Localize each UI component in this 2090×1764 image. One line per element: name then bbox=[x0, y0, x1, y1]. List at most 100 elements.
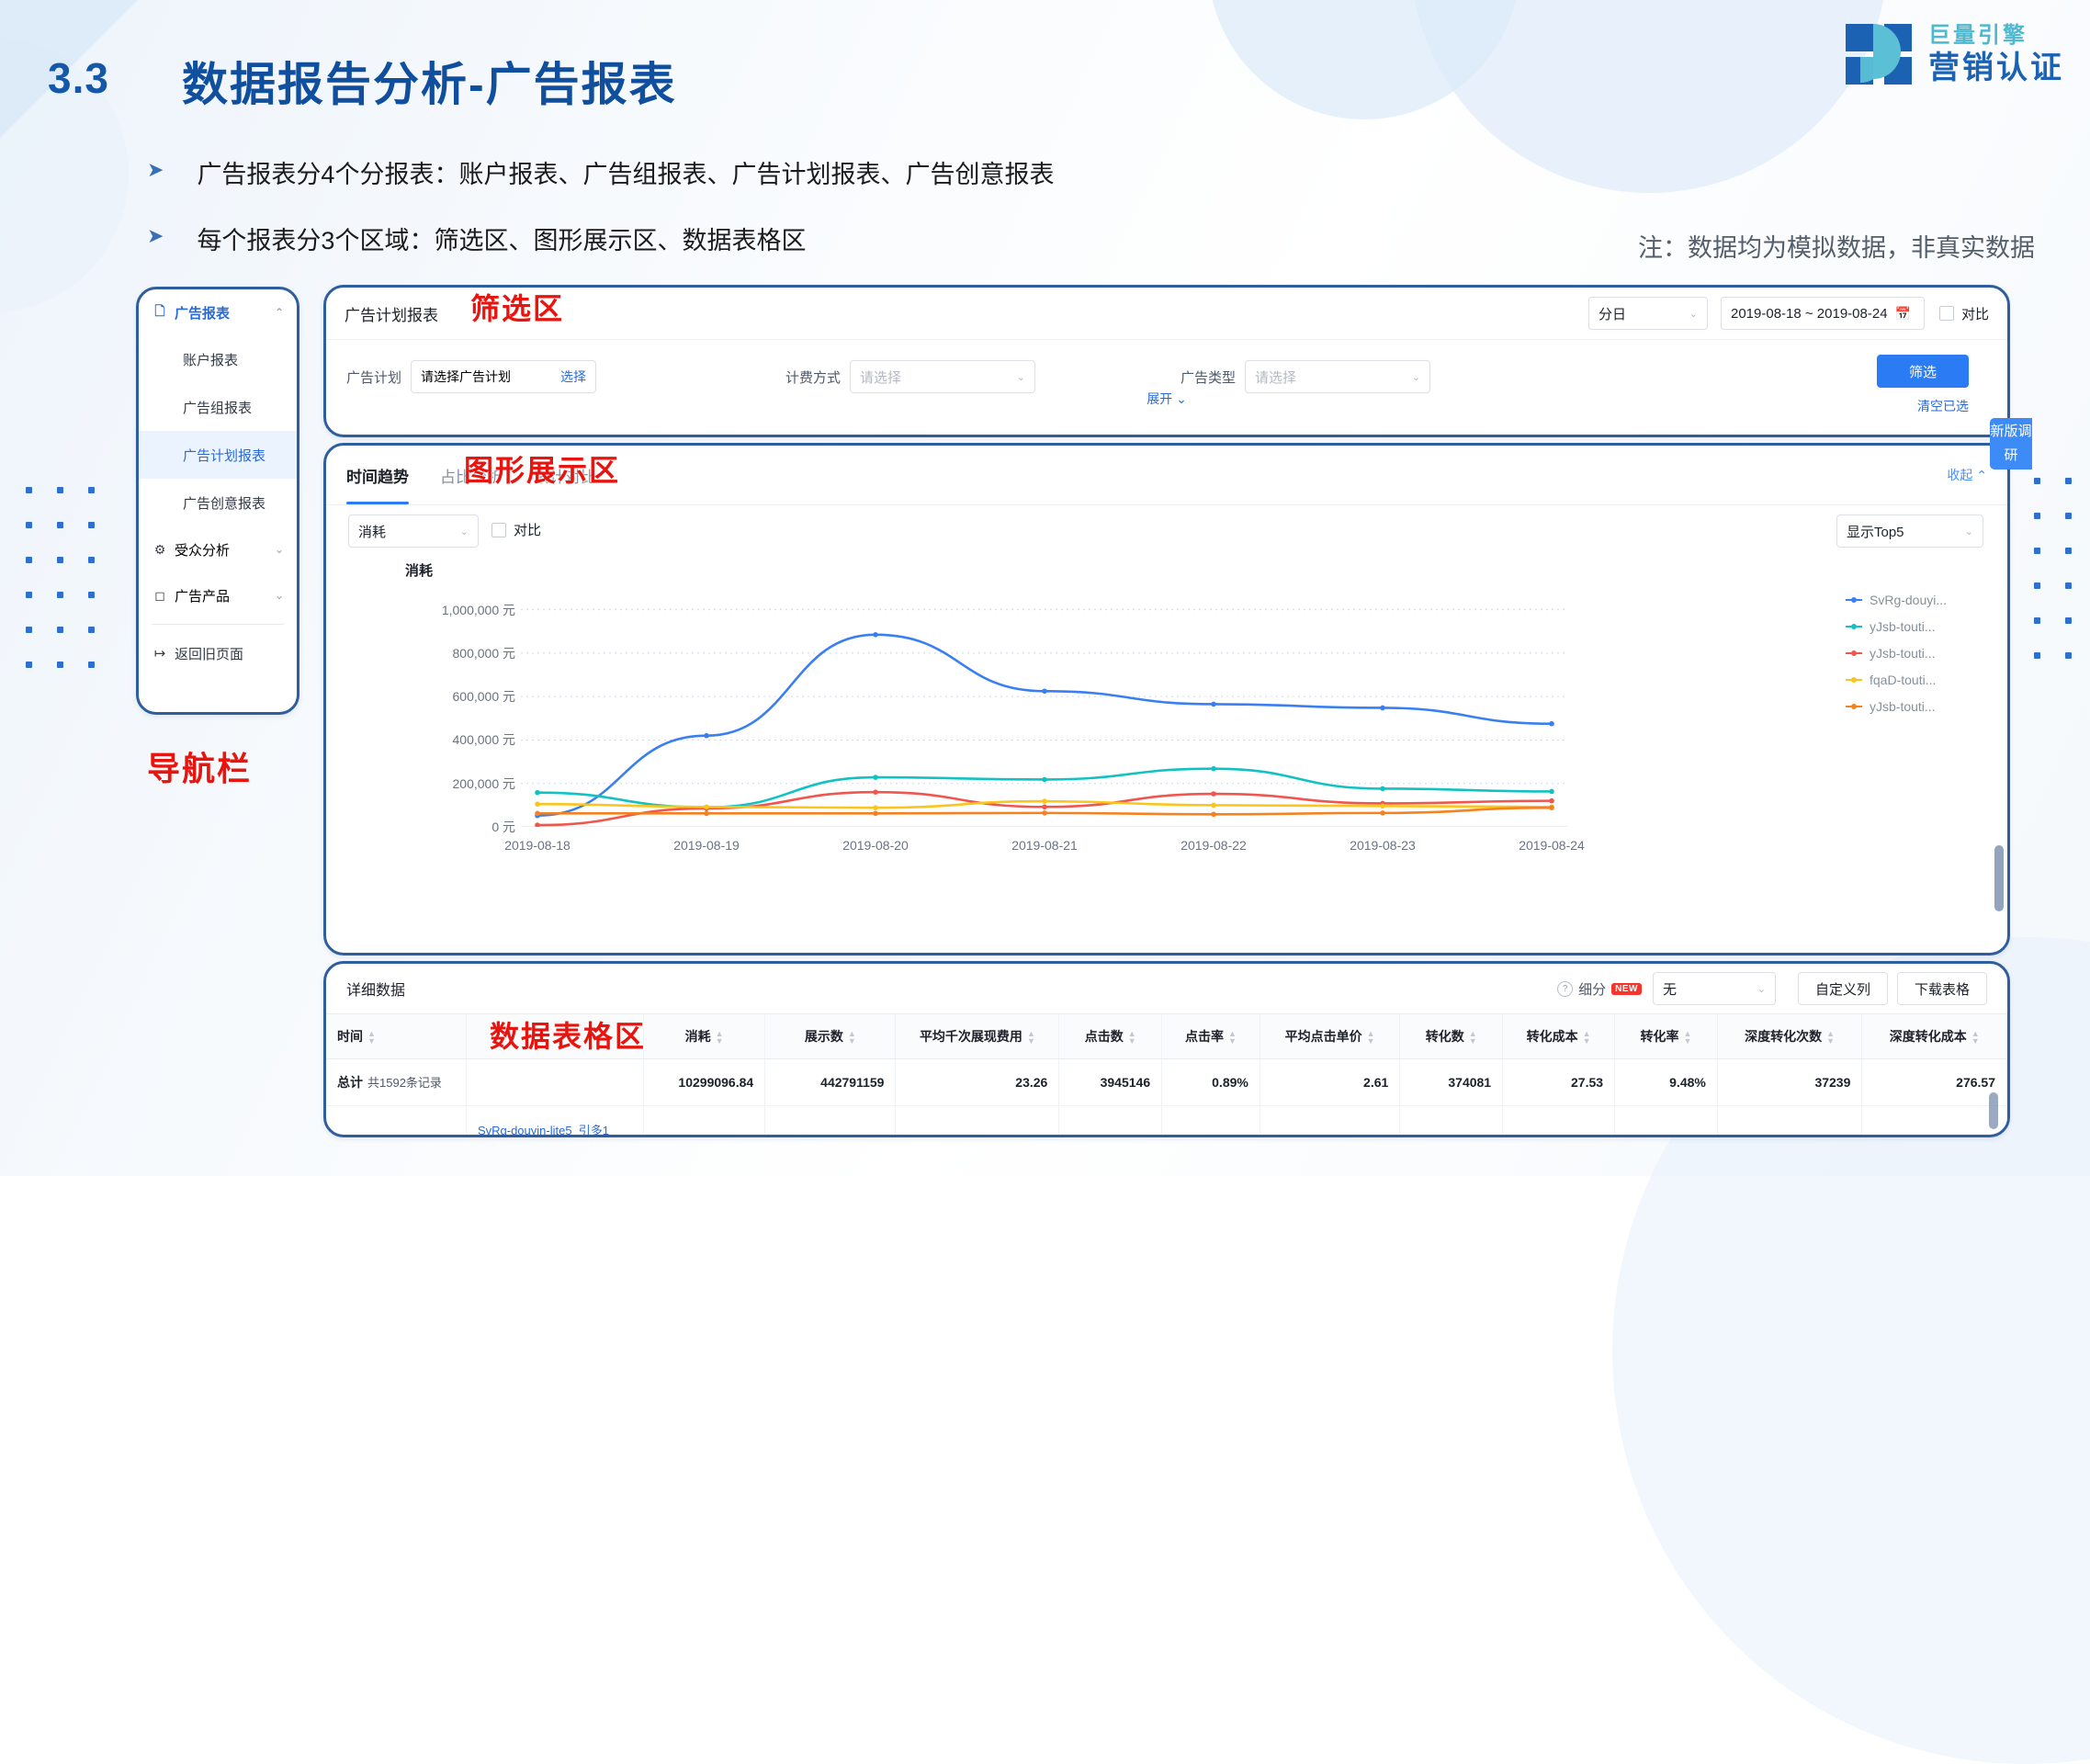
logout-icon: ↦ bbox=[153, 646, 166, 662]
table-cell bbox=[1161, 1105, 1260, 1135]
column-label: 深度转化次数 bbox=[1745, 1029, 1823, 1044]
table-column-header[interactable]: 消耗 ▲ ▼ bbox=[643, 1013, 766, 1059]
chart-compare-checkbox[interactable]: 对比 bbox=[491, 520, 541, 539]
table-cell bbox=[1861, 1105, 2007, 1135]
legend-item[interactable]: SvRg-douyi... bbox=[1846, 586, 1993, 613]
sort-icon[interactable]: ▲ ▼ bbox=[1228, 1030, 1237, 1046]
sidebar-item-adplan-report[interactable]: 广告计划报表 bbox=[139, 431, 297, 479]
search-button[interactable]: 筛选 bbox=[1877, 355, 1969, 388]
chevron-down-icon: ⌄ bbox=[1757, 983, 1766, 995]
expand-label: 展开 bbox=[1147, 391, 1173, 406]
compare-label: 对比 bbox=[1960, 306, 1989, 322]
sort-icon[interactable]: ▲ ▼ bbox=[1583, 1030, 1591, 1046]
tab-time-trend[interactable]: 时间趋势 bbox=[346, 446, 409, 504]
field-label: 计费方式 bbox=[785, 369, 842, 386]
sort-icon[interactable]: ▲ ▼ bbox=[1826, 1030, 1835, 1046]
sort-icon[interactable]: ▲ ▼ bbox=[1367, 1030, 1375, 1046]
bullet-arrow-icon: ➤ bbox=[147, 158, 164, 181]
sidebar-item-account-report[interactable]: 账户报表 bbox=[139, 335, 297, 383]
legend-label: SvRg-douyi... bbox=[1870, 592, 1948, 607]
date-range-value: 2019-08-18 ~ 2019-08-24 bbox=[1730, 305, 1888, 322]
table-cell bbox=[1717, 1105, 1863, 1135]
sidebar-item-adgroup-report[interactable]: 广告组报表 bbox=[139, 383, 297, 431]
sort-icon[interactable]: ▲ ▼ bbox=[716, 1030, 724, 1046]
legend-item[interactable]: fqaD-touti... bbox=[1846, 666, 1993, 693]
sort-icon[interactable]: ▲ ▼ bbox=[1683, 1030, 1691, 1046]
table-header: 详细数据 ? 细分 NEW 无 ⌄ 自定义列 下载表格 bbox=[326, 964, 2007, 1013]
table-column-header[interactable]: 平均千次展现费用 ▲ ▼ bbox=[895, 1013, 1060, 1059]
sidebar-group-ad-product[interactable]: ◻ 广告产品 ⌄ bbox=[139, 572, 297, 618]
sort-icon[interactable]: ▲ ▼ bbox=[1469, 1030, 1477, 1046]
sidebar-item-back-to-old[interactable]: ↦ 返回旧页面 bbox=[139, 630, 297, 676]
adplan-choose-link[interactable]: 选择 bbox=[560, 368, 586, 386]
sort-icon[interactable]: ▲ ▼ bbox=[1971, 1030, 1980, 1046]
tab-label: 时间趋势 bbox=[346, 468, 409, 486]
adplan-input[interactable]: 请选择广告计划 选择 bbox=[411, 360, 597, 393]
adtype-select[interactable]: 请选择 ⌄ bbox=[1245, 360, 1431, 393]
legend-item[interactable]: yJsb-touti... bbox=[1846, 639, 1993, 666]
legend-item[interactable]: yJsb-touti... bbox=[1846, 693, 1993, 719]
table-column-header[interactable]: 点击率 ▲ ▼ bbox=[1161, 1013, 1260, 1059]
sort-icon[interactable]: ▲ ▼ bbox=[367, 1030, 376, 1046]
chart-scrollbar[interactable] bbox=[1994, 845, 2004, 911]
help-icon[interactable]: ? bbox=[1557, 980, 1574, 997]
table-cell-plan-name[interactable]: SvRg-douyin-lite5_引多1 bbox=[466, 1105, 645, 1135]
chart-x-tick: 2019-08-24 bbox=[1519, 838, 1585, 853]
custom-columns-button[interactable]: 自定义列 bbox=[1797, 972, 1888, 1005]
top-n-select[interactable]: 显示Top5 ⌄ bbox=[1836, 514, 1983, 548]
table-row[interactable]: SvRg-douyin-lite5_引多1 bbox=[326, 1105, 2007, 1135]
billing-select[interactable]: 请选择 ⌄ bbox=[850, 360, 1036, 393]
annotation-filter: 筛选区 bbox=[470, 292, 565, 325]
legend-color-swatch bbox=[1846, 650, 1862, 656]
table-column-header[interactable]: 点击数 ▲ ▼ bbox=[1058, 1013, 1163, 1059]
expand-filters-link[interactable]: 展开 ⌄ bbox=[326, 390, 2007, 408]
table-cell bbox=[1058, 1105, 1163, 1135]
table-column-header[interactable]: 平均点击单价 ▲ ▼ bbox=[1260, 1013, 1401, 1059]
table-column-header[interactable]: 时间 ▲ ▼ bbox=[326, 1013, 467, 1059]
chart-y-tick: 1,000,000 元 bbox=[441, 602, 515, 617]
table-column-header[interactable]: 展示数 ▲ ▼ bbox=[764, 1013, 897, 1059]
column-label: 消耗 bbox=[684, 1029, 711, 1044]
sort-icon[interactable]: ▲ ▼ bbox=[1027, 1030, 1035, 1046]
collapse-label: 收起 bbox=[1947, 468, 1973, 482]
chart-x-tick: 2019-08-21 bbox=[1011, 838, 1078, 853]
feedback-side-tab[interactable]: 新版调研 bbox=[1990, 418, 2032, 469]
table-column-header[interactable]: 深度转化次数 ▲ ▼ bbox=[1717, 1013, 1863, 1059]
metric-select[interactable]: 消耗 ⌄ bbox=[348, 514, 479, 548]
chart-legend: SvRg-douyi... yJsb-touti... yJsb-touti... f… bbox=[1846, 586, 1993, 719]
billing-placeholder: 请选择 bbox=[860, 369, 902, 386]
segment-value: 无 bbox=[1662, 981, 1677, 998]
chevron-up-icon: ⌃ bbox=[1976, 468, 1987, 482]
sidebar-group-audience-analysis[interactable]: ⚙ 受众分析 ⌄ bbox=[139, 526, 297, 572]
sidebar-group-ad-report[interactable]: 🗋 广告报表 ⌃ bbox=[139, 289, 297, 335]
bullet-item: ➤ 每个报表分3个区域：筛选区、图形展示区、数据表格区 bbox=[147, 220, 806, 256]
sort-icon[interactable]: ▲ ▼ bbox=[848, 1030, 856, 1046]
column-label: 展示数 bbox=[804, 1029, 843, 1044]
checkbox-box bbox=[1938, 306, 1954, 321]
table-cell: 276.57 bbox=[1861, 1058, 2007, 1106]
legend-item[interactable]: yJsb-touti... bbox=[1846, 613, 1993, 639]
period-select[interactable]: 分日 ⌄ bbox=[1587, 297, 1708, 330]
sidebar-item-creative-report[interactable]: 广告创意报表 bbox=[139, 479, 297, 526]
sidebar-divider bbox=[152, 624, 284, 625]
download-table-button[interactable]: 下载表格 bbox=[1896, 972, 1987, 1005]
bullet-text: 每个报表分3个区域：筛选区、图形展示区、数据表格区 bbox=[197, 227, 807, 254]
table-column-header[interactable]: 深度转化成本 ▲ ▼ bbox=[1861, 1013, 2007, 1059]
chart-panel: 时间趋势 占比分析 累计对比 收起 ⌃ 消耗 ⌄ 对比 显示Top5 ⌄ 消耗 … bbox=[323, 443, 2010, 956]
chart-plot-area: 消耗 0 元 200,000 元 400,000 元 600,000 元 800,000… bbox=[326, 553, 2007, 939]
table-cell: 9.48% bbox=[1614, 1058, 1718, 1106]
field-label: 广告类型 bbox=[1181, 369, 1237, 386]
sort-icon[interactable]: ▲ ▼ bbox=[1128, 1030, 1136, 1046]
table-column-header[interactable]: 转化数 ▲ ▼ bbox=[1399, 1013, 1504, 1059]
table-cell: 2.61 bbox=[1260, 1058, 1401, 1106]
compare-checkbox[interactable]: 对比 bbox=[1938, 304, 1989, 323]
table-cell: 442791159 bbox=[764, 1058, 897, 1106]
sidebar-item-label: 广告计划报表 bbox=[183, 447, 266, 464]
table-column-header[interactable]: 转化率 ▲ ▼ bbox=[1614, 1013, 1718, 1059]
filter-field-adtype: 广告类型 请选择 ⌄ bbox=[1181, 360, 1431, 393]
table-scrollbar[interactable] bbox=[1989, 1092, 1998, 1129]
date-range-picker[interactable]: 2019-08-18 ~ 2019-08-24 📅 bbox=[1720, 297, 1925, 330]
segment-select[interactable]: 无 ⌄ bbox=[1652, 972, 1776, 1005]
table-column-header[interactable]: 转化成本 ▲ ▼ bbox=[1502, 1013, 1616, 1059]
collapse-chart-link[interactable]: 收起 ⌃ bbox=[1947, 466, 1987, 484]
